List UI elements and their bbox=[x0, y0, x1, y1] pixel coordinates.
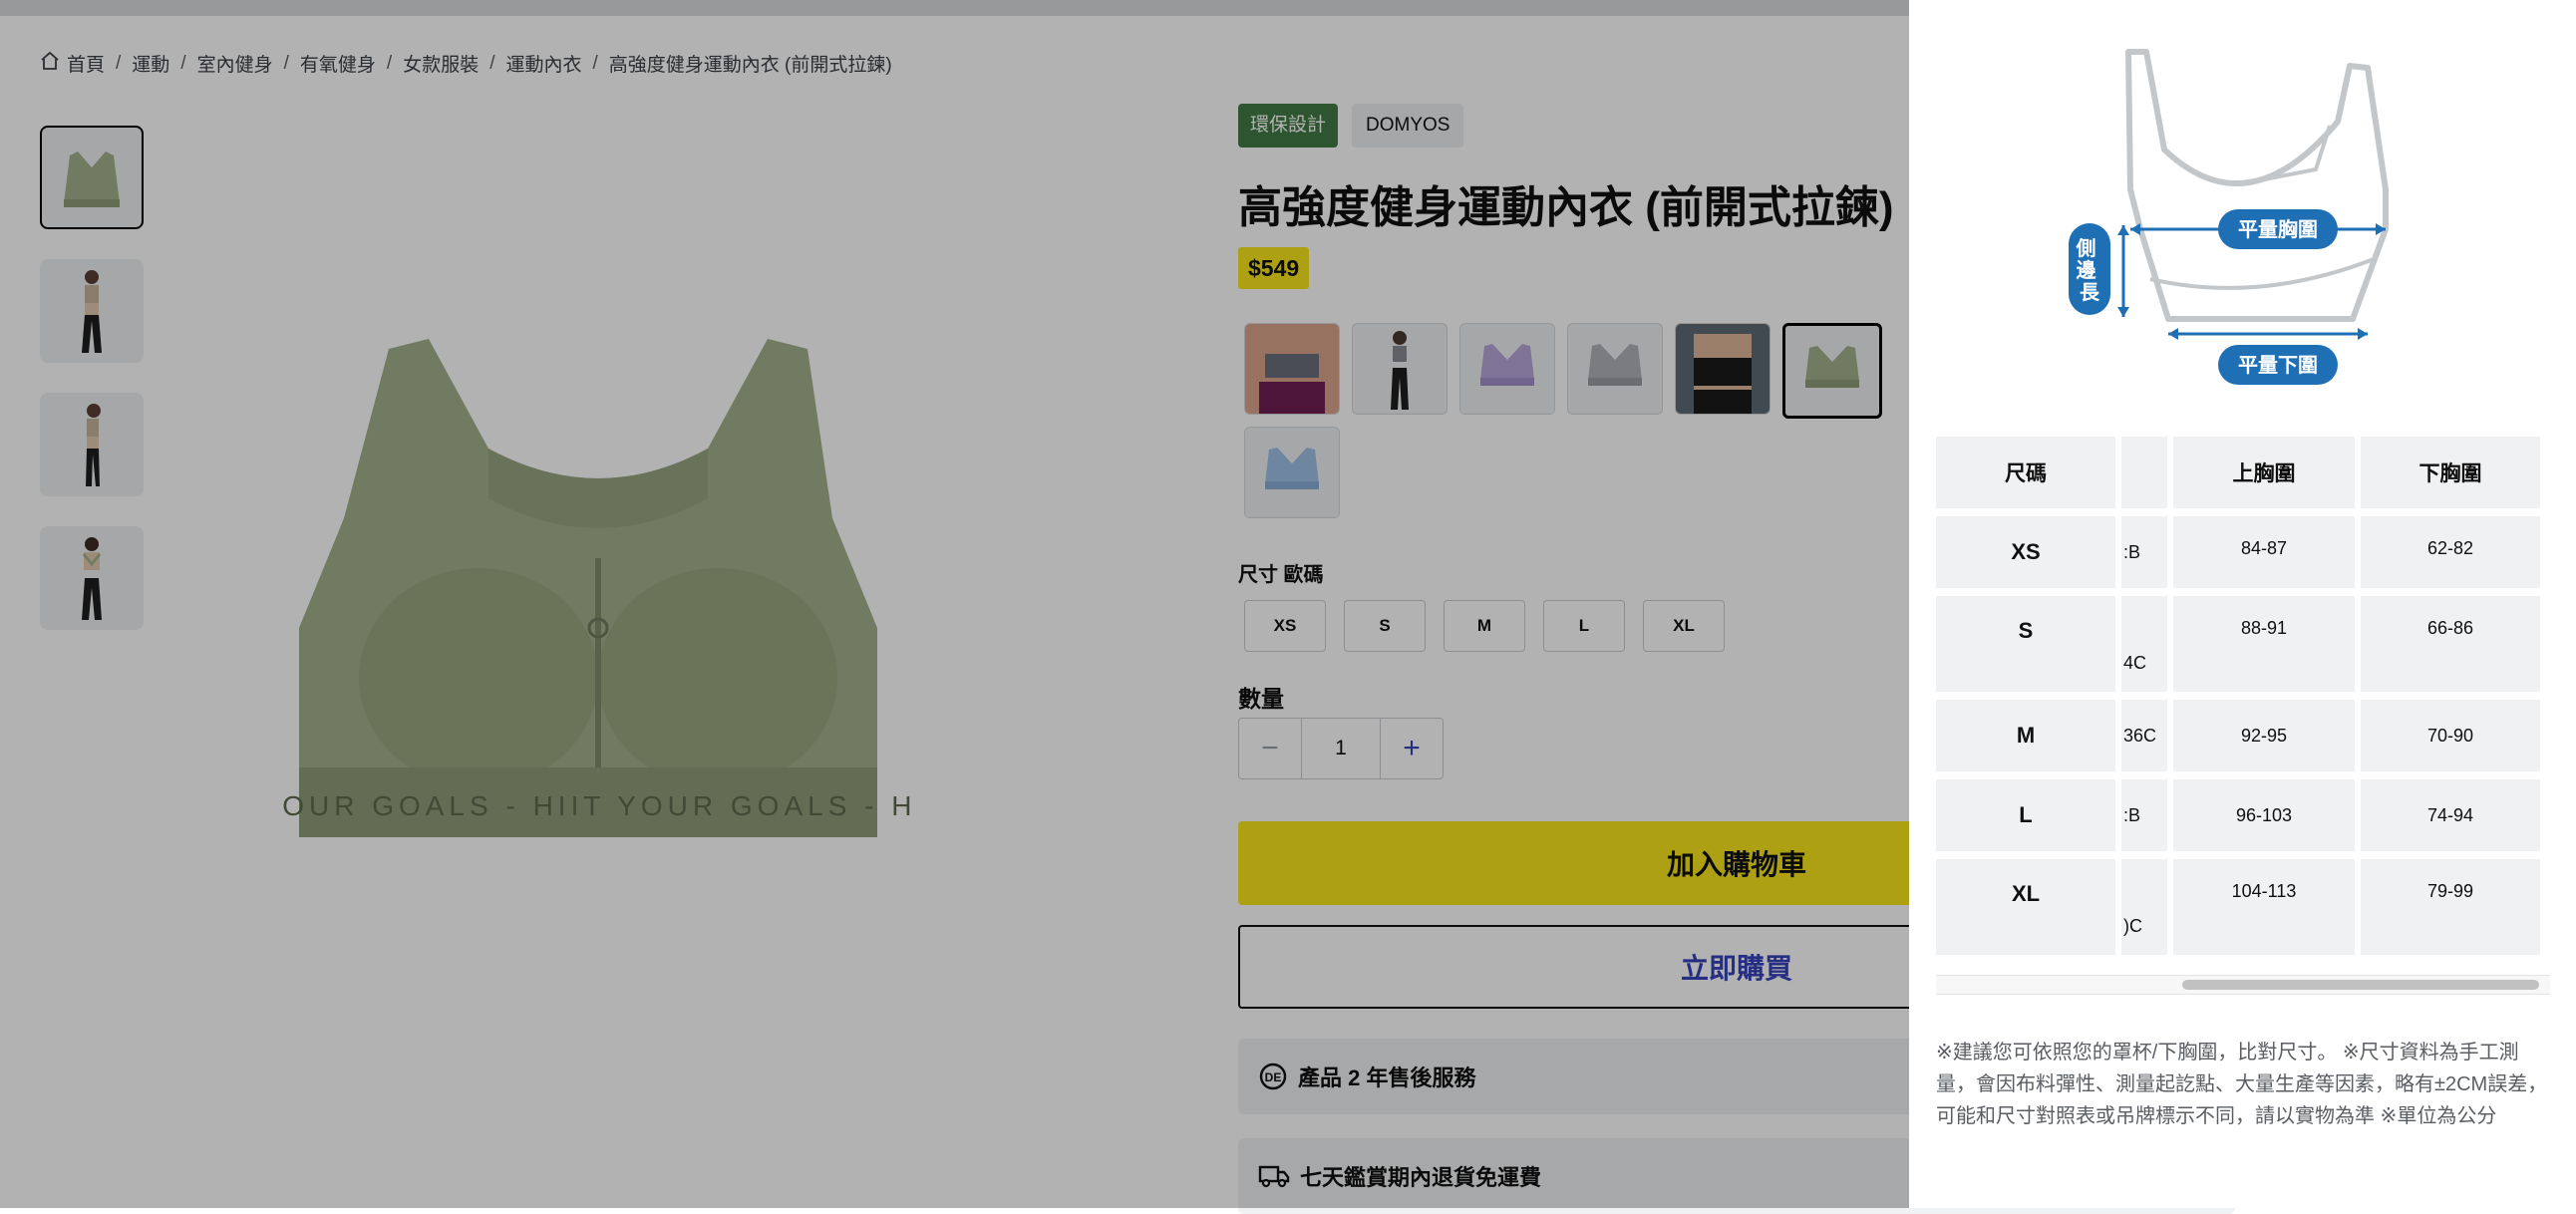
scrollbar-thumb[interactable] bbox=[2182, 980, 2539, 990]
size-measurement-diagram: 平量胸圍 平量下圍 側 邊 長 bbox=[2069, 49, 2389, 385]
table-row-xs-bust: 84-87 bbox=[2173, 516, 2355, 588]
table-row-xl-size: XL bbox=[1936, 859, 2115, 955]
table-header-size: 尺碼 bbox=[1936, 437, 2115, 508]
size-chart-drawer: 平量胸圍 平量下圍 側 邊 長 尺碼 上胸圍 下胸圍 XS :B 84-87 6… bbox=[1909, 0, 2576, 1208]
table-header-bust: 上胸圍 bbox=[2173, 437, 2355, 508]
table-row-l-cup: :B bbox=[2121, 779, 2167, 851]
table-horizontal-scrollbar[interactable] bbox=[1936, 975, 2550, 995]
table-row-s-cup: 4C bbox=[2121, 596, 2167, 692]
size-chart-table[interactable]: 尺碼 上胸圍 下胸圍 XS :B 84-87 62-82 S 4C 88-91 … bbox=[1936, 437, 2550, 995]
table-row-xs-cup: :B bbox=[2121, 516, 2167, 588]
table-row-m-size: M bbox=[1936, 700, 2115, 771]
table-row-m-cup: 36C bbox=[2121, 700, 2167, 771]
table-row-xs-size: XS bbox=[1936, 516, 2115, 588]
table-row-l-bust: 96-103 bbox=[2173, 779, 2355, 851]
table-row-m-underbust: 70-90 bbox=[2361, 700, 2540, 771]
table-row-xl-underbust: 79-99 bbox=[2361, 859, 2540, 955]
table-header-cup bbox=[2121, 437, 2167, 508]
table-row-m-bust: 92-95 bbox=[2173, 700, 2355, 771]
table-row-s-size: S bbox=[1936, 596, 2115, 692]
modal-backdrop[interactable] bbox=[0, 0, 1909, 1208]
table-row-s-underbust: 66-86 bbox=[2361, 596, 2540, 692]
side-length-measure-label: 側 邊 長 bbox=[2076, 236, 2103, 304]
size-chart-note: ※建議您可依照您的罩杯/下胸圍，比對尺寸。 ※尺寸資料為手工測量，會因布料彈性、… bbox=[1936, 1042, 2548, 1127]
underbust-measure-label: 平量下圍 bbox=[2238, 353, 2318, 377]
table-row-l-underbust: 74-94 bbox=[2361, 779, 2540, 851]
table-row-xl-bust: 104-113 bbox=[2173, 859, 2355, 955]
table-row-xs-underbust: 62-82 bbox=[2361, 516, 2540, 588]
bust-measure-label: 平量胸圍 bbox=[2238, 217, 2318, 241]
table-row-l-size: L bbox=[1936, 779, 2115, 851]
table-row-xl-cup: )C bbox=[2121, 859, 2167, 955]
table-row-s-bust: 88-91 bbox=[2173, 596, 2355, 692]
table-header-underbust: 下胸圍 bbox=[2361, 437, 2540, 508]
